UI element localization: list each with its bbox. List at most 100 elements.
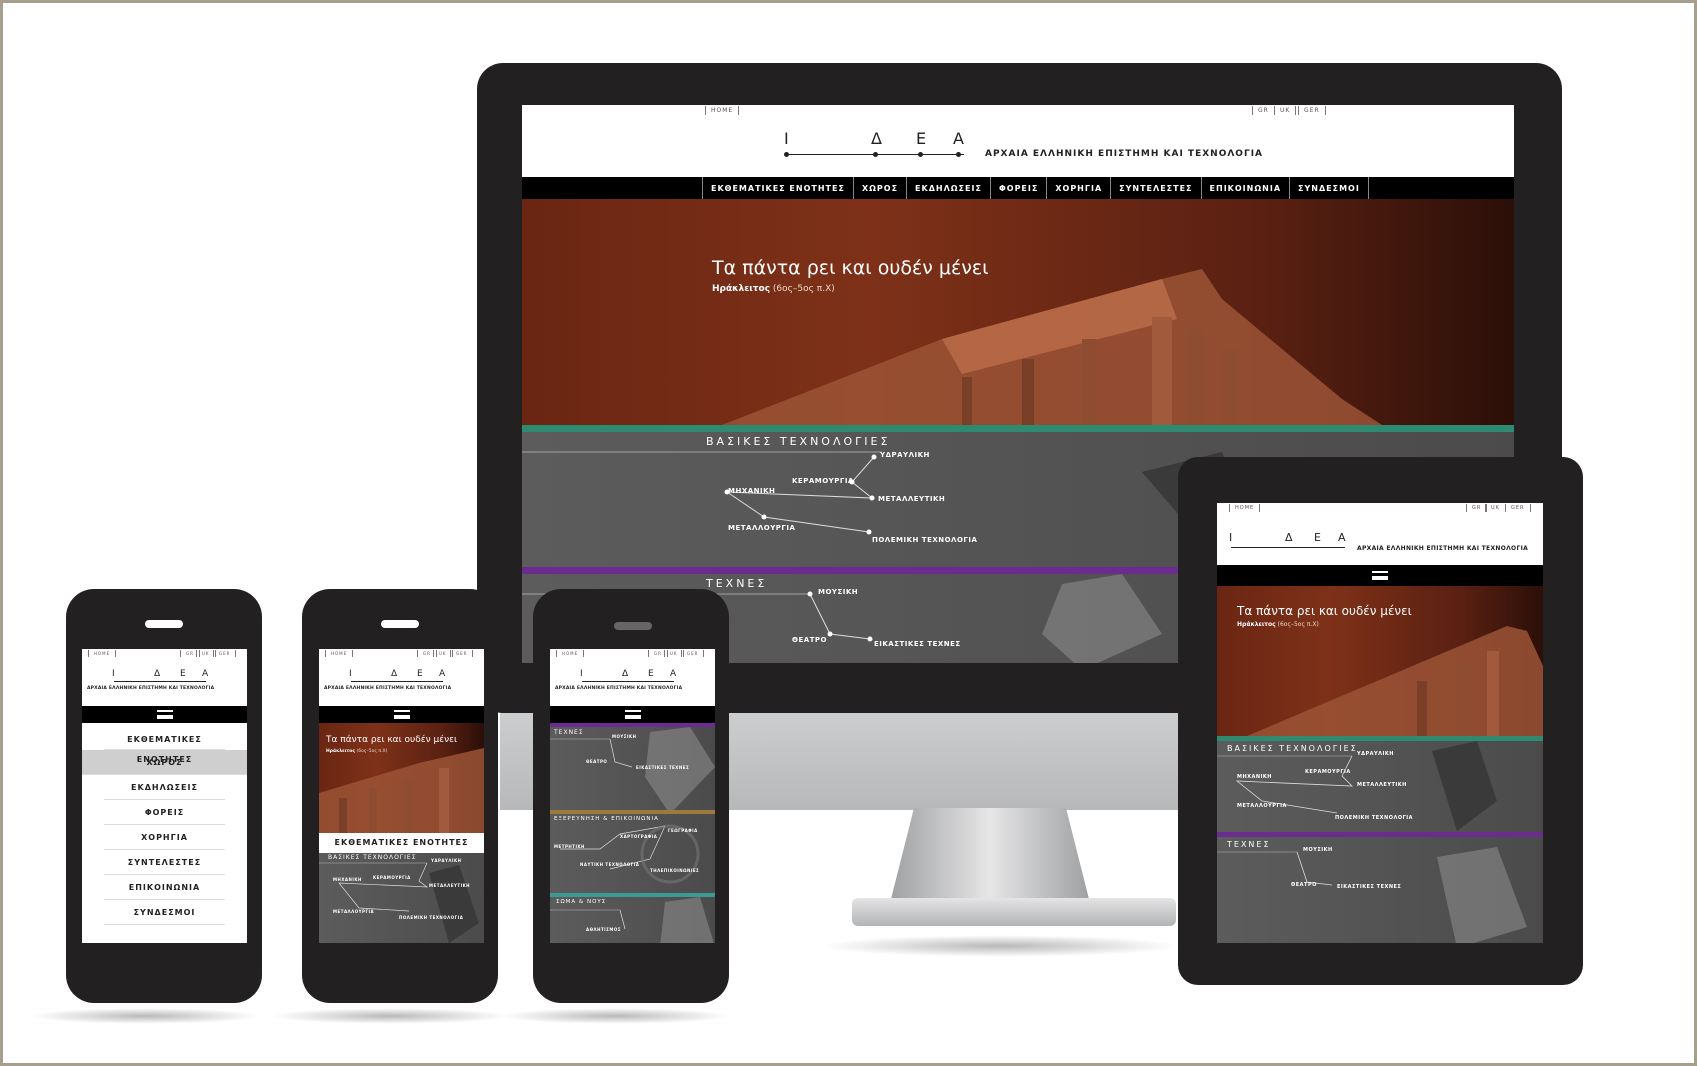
node-ceramics[interactable]: ΚΕΡΑΜΟΥΡΓΙΑ [1305,769,1351,775]
node-athletics[interactable]: ΑΘΛΗΤΙΣΜΟΣ [586,927,621,932]
hero-banner: Τα πάντα ρει και ουδέν μένει Ηράκλειτος … [522,199,1514,425]
nav-item-events[interactable]: ΕΚΔΗΛΩΣΕΙΣ [906,177,990,199]
node-hydraulics[interactable]: ΥΔΡΑΥΛΙΚΗ [431,858,461,863]
node-geography[interactable]: ΓΕΩΓΡΑΦΙΑ [668,828,698,833]
menu-item-exhibits[interactable]: ΕΚΘΕΜΑΤΙΚΕΣ ΕΝΟΤΗΤΕΣ [104,730,225,764]
logo-letter-i: Ι [112,669,115,679]
hamburger-menu-icon[interactable] [157,710,173,719]
node-ceramics[interactable]: ΚΕΡΑΜΟΥΡΓΙΑ [792,477,854,485]
phone3-section-body[interactable]: ΣΩΜΑ & ΝΟΥΣ ΑΘΛΗΤΙΣΜΟΣ [550,893,715,943]
logo-dot [873,152,878,157]
tablet-lang-uk[interactable]: UK [1485,504,1506,512]
node-hydraulics[interactable]: ΥΔΡΑΥΛΙΚΗ [1357,751,1394,757]
menu-item-space[interactable]: ΧΩΡΟΣ [82,750,247,775]
node-cartography[interactable]: ΧΑΡΤΟΓΡΑΦΙΑ [620,834,657,839]
node-metallurgy[interactable]: ΜΕΤΑΛΛΟΥΡΓΙΑ [728,524,795,532]
phone3-section-explore[interactable]: ΕΞΕΡΕΥΝΗΣΗ & ΕΠΙΚΟΙΝΩΝΙΑ ΜΕΤΡΗΤΙΚΗ ΧΑΡΤΟ… [550,810,715,893]
node-theatre[interactable]: ΘΕΑΤΡΟ [1291,882,1317,888]
tablet-header: HOME GR UK GER Ι Δ Ε Α ΑΡΧΑΙΑ ΕΛΛΗΝΙΚΗ Ε… [1217,503,1543,565]
phone2-section-header[interactable]: ΕΚΘΕΜΑΤΙΚΕΣ ΕΝΟΤΗΤΕΣ [319,833,484,853]
node-hydraulics[interactable]: ΥΔΡΑΥΛΙΚΗ [880,451,930,459]
phone-home-link[interactable]: HOME [556,650,585,657]
tablet-hero: Τα πάντα ρει και ουδέν μένει Ηράκλειτος … [1217,586,1543,736]
main-nav: ΕΚΘΕΜΑΤΙΚΕΣ ΕΝΟΤΗΤΕΣ ΧΩΡΟΣ ΕΚΔΗΛΩΣΕΙΣ ΦΟ… [522,177,1514,199]
node-visual-arts[interactable]: ΕΙΚΑΣΤΙΚΕΣ ΤΕΧΝΕΣ [874,640,961,648]
phone2-section-tech[interactable]: ΒΑΣΙΚΕΣ ΤΕΧΝΟΛΟΓΙΕΣ ΥΔΡΑΥΛΙΚΗ ΚΕΡΑΜΟΥΡΓΙ… [319,853,484,943]
phone-shadow [270,1008,510,1024]
node-metallurgy[interactable]: ΜΕΤΑΛΛΟΥΡΓΙΑ [333,909,374,914]
menu-item-sponsorship[interactable]: ΧΟΡΗΓΙΑ [104,825,225,850]
tablet-hero-quote: Τα πάντα ρει και ουδέν μένει [1237,604,1412,618]
node-mining[interactable]: ΜΕΤΑΛΛΕΥΤΙΚΗ [878,495,945,503]
hamburger-menu-icon[interactable] [394,710,410,719]
lang-ger-link[interactable]: GER [1298,106,1326,115]
tablet-logo[interactable]: Ι Δ Ε Α [1229,531,1349,551]
lang-gr-link[interactable]: GR [1252,106,1275,115]
node-mechanics[interactable]: ΜΗΧΑΝΙΚΗ [1237,774,1272,780]
hamburger-menu-icon[interactable] [625,710,641,719]
phone3-header: HOME GR UK GER Ι Δ Ε Α ΑΡΧΑΙΑ ΕΛΛΗΝΙΚΗ Ε… [550,649,715,696]
nav-item-space[interactable]: ΧΩΡΟΣ [852,177,906,199]
node-metallurgy[interactable]: ΜΕΤΑΛΛΟΥΡΓΙΑ [1237,803,1287,809]
phone3-screen: HOME GR UK GER Ι Δ Ε Α ΑΡΧΑΙΑ ΕΛΛΗΝΙΚΗ Ε… [550,649,715,943]
menu-item-links[interactable]: ΣΥΝΔΕΣΜΟΙ [104,900,225,925]
logo-letter-i: Ι [580,669,583,679]
node-theatre[interactable]: ΘΕΑΤΡΟ [792,636,827,644]
node-measurement[interactable]: ΜΕΤΡΗΤΙΚΗ [554,844,585,849]
nav-item-links[interactable]: ΣΥΝΔΕΣΜΟΙ [1289,177,1369,199]
phone-home-link[interactable]: HOME [88,650,117,657]
phone2-logo[interactable]: Ι Δ Ε Α [349,669,449,683]
logo-letter-i: Ι [349,669,352,679]
node-military-tech[interactable]: ΠΟΛΕΜΙΚΗ ΤΕΧΝΟΛΟΓΙΑ [872,536,977,544]
node-ceramics[interactable]: ΚΕΡΑΜΟΥΡΓΙΑ [373,875,411,880]
site-logo[interactable]: Ι Δ Ε Α [784,129,974,159]
menu-item-bodies[interactable]: ΦΟΡΕΙΣ [104,800,225,825]
monitor-shadow [820,935,1180,957]
nav-item-sponsorship[interactable]: ΧΟΡΗΓΙΑ [1046,177,1110,199]
nav-item-contributors[interactable]: ΣΥΝΤΕΛΕΣΤΕΣ [1110,177,1200,199]
node-mechanics[interactable]: ΜΗΧΑΝΙΚΗ [728,487,775,495]
node-telecom[interactable]: ΤΗΛΕΠΙΚΟΙΝΩΝΙΕΣ [650,868,699,873]
phone3-speaker [614,622,652,630]
phone-lang-ger[interactable]: GER [681,650,705,657]
logo-letter-a: Α [439,669,446,679]
nav-item-bodies[interactable]: ΦΟΡΕΙΣ [989,177,1046,199]
tablet-lang-ger[interactable]: GER [1505,504,1531,512]
node-theatre[interactable]: ΘΕΑΤΡΟ [586,759,607,764]
node-music[interactable]: ΜΟΥΣΙΚΗ [1303,847,1333,853]
arts-constellation [550,727,715,810]
phone-lang-ger[interactable]: GER [450,650,474,657]
logo-letter-delta: Δ [622,669,629,679]
phone1-logo[interactable]: Ι Δ Ε Α [112,669,212,683]
nav-item-exhibits[interactable]: ΕΚΘΕΜΑΤΙΚΕΣ ΕΝΟΤΗΤΕΣ [702,177,853,199]
lang-uk-link[interactable]: UK [1274,106,1297,115]
phone2-hero: Τα πάντα ρει και ουδέν μένει Ηράκλειτος … [319,723,484,833]
node-music[interactable]: ΜΟΥΣΙΚΗ [612,734,636,739]
phone-home-link[interactable]: HOME [325,650,354,657]
monitor-base [852,898,1176,926]
tablet-section-tech[interactable]: ΒΑΣΙΚΕΣ ΤΕΧΝΟΛΟΓΙΕΣ ΥΔΡΑΥΛΙΚΗ ΚΕΡΑΜΟΥΡΓΙ… [1217,736,1543,832]
node-music[interactable]: ΜΟΥΣΙΚΗ [818,588,858,596]
phone-lang-ger[interactable]: GER [213,650,237,657]
site-subtitle: ΑΡΧΑΙΑ ΕΛΛΗΝΙΚΗ ΕΠΙΣΤΗΜΗ ΚΑΙ ΤΕΧΝΟΛΟΓΙΑ [985,149,1264,159]
node-naval-tech[interactable]: ΝΑΥΤΙΚΗ ΤΕΧΝΟΛΟΓΙΑ [580,862,639,867]
home-link[interactable]: HOME [705,106,740,115]
tablet-home-link[interactable]: HOME [1229,504,1261,512]
node-mining[interactable]: ΜΕΤΑΛΛΕΥΤΙΚΗ [429,883,470,888]
menu-item-events[interactable]: ΕΚΔΗΛΩΣΕΙΣ [104,775,225,800]
logo-line [582,681,674,682]
logo-letter-a: Α [670,669,677,679]
menu-item-contributors[interactable]: ΣΥΝΤΕΛΕΣΤΕΣ [104,850,225,875]
node-mining[interactable]: ΜΕΤΑΛΛΕΥΤΙΚΗ [1357,782,1407,788]
node-military-tech[interactable]: ΠΟΛΕΜΙΚΗ ΤΕΧΝΟΛΟΓΙΑ [399,915,463,920]
menu-item-contact[interactable]: ΕΠΙΚΟΙΝΩΝΙΑ [104,875,225,900]
node-visual-arts[interactable]: ΕΙΚΑΣΤΙΚΕΣ ΤΕΧΝΕΣ [1337,884,1401,890]
node-visual-arts[interactable]: ΕΙΚΑΣΤΙΚΕΣ ΤΕΧΝΕΣ [636,765,689,770]
nav-item-contact[interactable]: ΕΠΙΚΟΙΝΩΝΙΑ [1200,177,1289,199]
hamburger-menu-icon[interactable] [1372,571,1388,580]
phone3-logo[interactable]: Ι Δ Ε Α [580,669,680,683]
tablet-section-arts[interactable]: ΤΕΧΝΕΣ ΜΟΥΣΙΚΗ ΘΕΑΤΡΟ ΕΙΚΑΣΤΙΚΕΣ ΤΕΧΝΕΣ [1217,832,1543,943]
node-military-tech[interactable]: ΠΟΛΕΜΙΚΗ ΤΕΧΝΟΛΟΓΙΑ [1335,815,1413,821]
phone3-section-arts[interactable]: ΤΕΧΝΕΣ ΜΟΥΣΙΚΗ ΘΕΑΤΡΟ ΕΙΚΑΣΤΙΚΕΣ ΤΕΧΝΕΣ [550,723,715,810]
node-mechanics[interactable]: ΜΗΧΑΝΙΚΗ [333,877,362,882]
